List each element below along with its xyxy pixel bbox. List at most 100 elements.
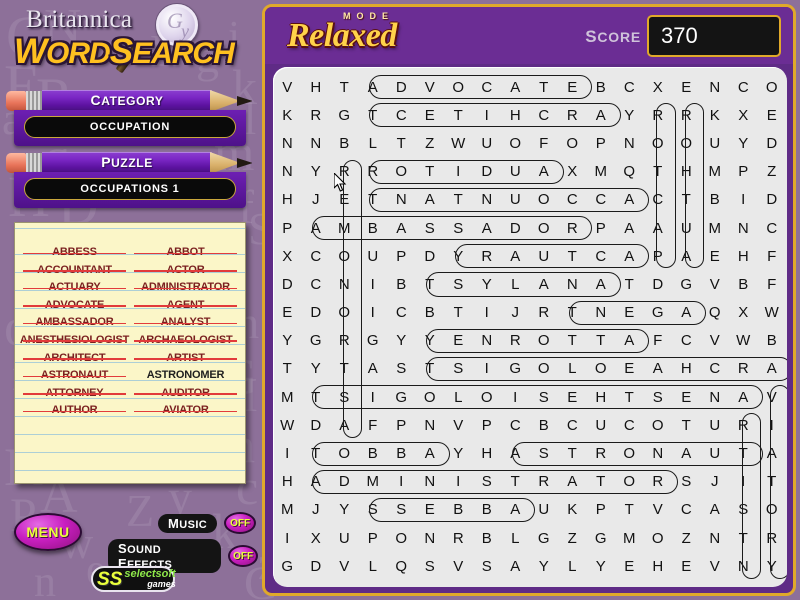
music-toggle[interactable]: OFF [224, 512, 257, 534]
grid-cell[interactable]: R [644, 107, 673, 124]
grid-cell[interactable]: D [302, 304, 331, 321]
grid-cell[interactable]: T [615, 501, 644, 518]
grid-cell[interactable]: O [672, 135, 701, 152]
grid-cell[interactable]: O [758, 79, 787, 96]
grid-cell[interactable]: E [558, 79, 587, 96]
grid-cell[interactable]: O [644, 135, 673, 152]
grid-cell[interactable]: C [387, 304, 416, 321]
sound-effects-toggle[interactable]: OFF [228, 545, 258, 567]
grid-cell[interactable]: J [501, 304, 530, 321]
grid-cell[interactable]: O [530, 332, 559, 349]
grid-cell[interactable]: B [330, 135, 359, 152]
grid-cell[interactable]: F [644, 332, 673, 349]
grid-cell[interactable]: V [701, 276, 730, 293]
grid-cell[interactable]: G [330, 107, 359, 124]
grid-cell[interactable]: O [587, 360, 616, 377]
grid-cell[interactable]: N [729, 558, 758, 575]
grid-cell[interactable]: B [729, 276, 758, 293]
grid-cell[interactable]: M [587, 163, 616, 180]
grid-cell[interactable]: K [558, 501, 587, 518]
grid-cell[interactable]: E [672, 389, 701, 406]
grid-cell[interactable]: G [302, 332, 331, 349]
grid-cell[interactable]: Q [701, 304, 730, 321]
grid-cell[interactable]: D [644, 276, 673, 293]
grid-cell[interactable]: T [672, 417, 701, 434]
grid-cell[interactable]: R [444, 530, 473, 547]
grid-cell[interactable]: E [273, 304, 302, 321]
grid-cell[interactable]: C [644, 191, 673, 208]
grid-cell[interactable]: O [330, 445, 359, 462]
grid-cell[interactable]: Z [558, 530, 587, 547]
grid-cell[interactable]: R [501, 332, 530, 349]
grid-cell[interactable]: A [302, 220, 331, 237]
grid-cell[interactable]: V [273, 79, 302, 96]
grid-cell[interactable]: S [444, 276, 473, 293]
grid-cell[interactable]: Y [302, 163, 331, 180]
grid-cell[interactable]: T [273, 360, 302, 377]
grid-cell[interactable]: C [672, 501, 701, 518]
grid-cell[interactable]: E [701, 248, 730, 265]
grid-cell[interactable]: G [359, 332, 388, 349]
grid-cell[interactable]: T [558, 445, 587, 462]
grid-cell[interactable]: U [330, 530, 359, 547]
grid-cell[interactable]: I [473, 304, 502, 321]
grid-cell[interactable]: T [444, 304, 473, 321]
grid-cell[interactable]: O [387, 163, 416, 180]
grid-cell[interactable]: R [729, 417, 758, 434]
grid-cell[interactable]: N [729, 220, 758, 237]
grid-cell[interactable]: E [615, 304, 644, 321]
grid-cell[interactable]: E [558, 389, 587, 406]
grid-cell[interactable]: V [444, 417, 473, 434]
grid-cell[interactable]: D [302, 417, 331, 434]
grid-cell[interactable]: O [558, 135, 587, 152]
grid-cell[interactable]: W [444, 135, 473, 152]
grid-cell[interactable]: S [359, 501, 388, 518]
grid-cell[interactable]: S [473, 473, 502, 490]
grid-cell[interactable]: D [473, 163, 502, 180]
grid-cell[interactable]: C [302, 248, 331, 265]
grid-cell[interactable]: G [672, 276, 701, 293]
grid-cell[interactable]: N [558, 276, 587, 293]
grid-cell[interactable]: S [387, 501, 416, 518]
grid-cell[interactable]: T [416, 276, 445, 293]
grid-cell[interactable]: N [701, 389, 730, 406]
puzzle-grid-panel[interactable]: VHTADVOCATEBCXENCOKRGTCETIHCRAYRRKXENNBL… [273, 67, 787, 587]
grid-cell[interactable]: C [558, 191, 587, 208]
grid-cell[interactable]: S [473, 558, 502, 575]
grid-cell[interactable]: N [615, 135, 644, 152]
grid-cell[interactable]: A [587, 276, 616, 293]
grid-cell[interactable]: J [701, 473, 730, 490]
grid-cell[interactable]: R [558, 220, 587, 237]
grid-cell[interactable]: Y [387, 332, 416, 349]
grid-cell[interactable]: Y [587, 558, 616, 575]
grid-cell[interactable]: O [530, 360, 559, 377]
grid-cell[interactable]: Y [330, 501, 359, 518]
grid-cell[interactable]: T [729, 445, 758, 462]
grid-cell[interactable]: M [359, 473, 388, 490]
grid-cell[interactable]: M [273, 389, 302, 406]
grid-cell[interactable]: C [302, 276, 331, 293]
category-value[interactable]: OCCUPATION [24, 116, 236, 138]
grid-cell[interactable]: X [729, 304, 758, 321]
grid-cell[interactable]: I [444, 163, 473, 180]
grid-cell[interactable]: T [444, 191, 473, 208]
grid-cell[interactable]: T [615, 389, 644, 406]
grid-cell[interactable]: I [273, 445, 302, 462]
grid-cell[interactable]: T [758, 473, 787, 490]
grid-cell[interactable]: F [758, 276, 787, 293]
grid-cell[interactable]: L [359, 135, 388, 152]
grid-cell[interactable]: B [387, 276, 416, 293]
grid-cell[interactable]: S [416, 558, 445, 575]
grid-cell[interactable]: U [672, 220, 701, 237]
grid-cell[interactable]: D [387, 79, 416, 96]
grid-cell[interactable]: N [473, 191, 502, 208]
grid-cell[interactable]: R [530, 304, 559, 321]
grid-cell[interactable]: R [330, 332, 359, 349]
grid-cell[interactable]: C [501, 417, 530, 434]
grid-cell[interactable]: R [729, 360, 758, 377]
grid-cell[interactable]: A [501, 558, 530, 575]
grid-cell[interactable]: D [273, 276, 302, 293]
grid-cell[interactable]: S [387, 360, 416, 377]
grid-cell[interactable]: P [644, 248, 673, 265]
grid-cell[interactable]: E [672, 558, 701, 575]
